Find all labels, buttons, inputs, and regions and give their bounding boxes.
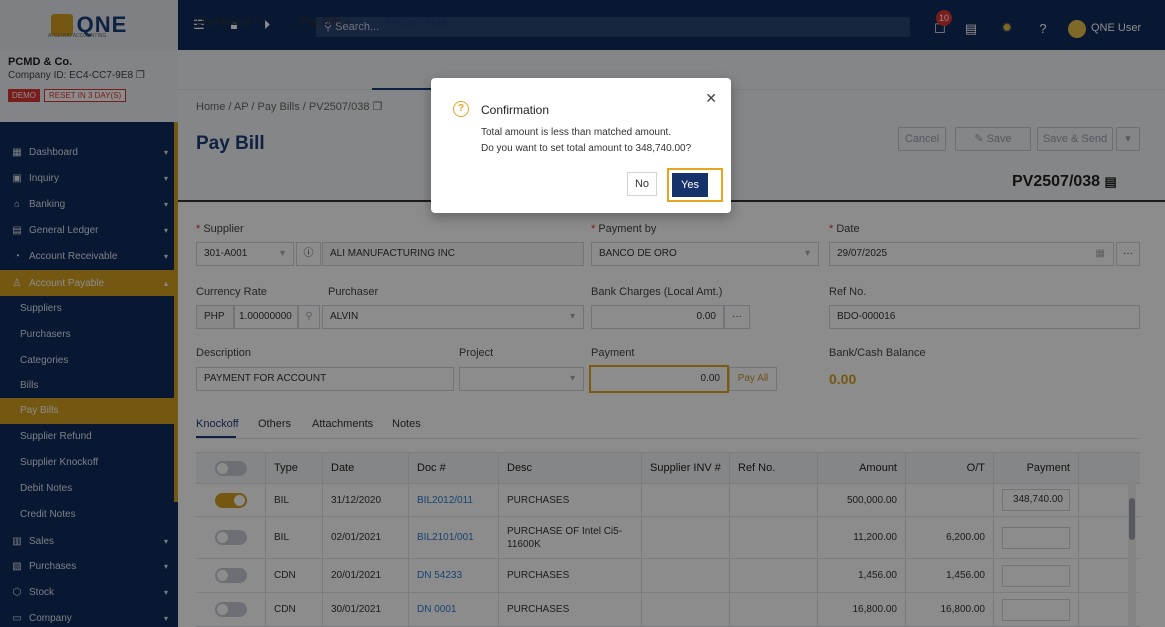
- no-button[interactable]: No: [627, 172, 657, 196]
- yes-button[interactable]: Yes: [672, 173, 708, 197]
- confirmation-dialog: ? Confirmation ✕ Total amount is less th…: [431, 78, 731, 213]
- dialog-message-line1: Total amount is less than matched amount…: [481, 127, 672, 138]
- dialog-message-line2: Do you want to set total amount to 348,7…: [481, 143, 692, 154]
- dialog-title: Confirmation: [481, 103, 550, 117]
- question-icon: ?: [453, 101, 469, 117]
- close-icon[interactable]: ✕: [705, 90, 717, 107]
